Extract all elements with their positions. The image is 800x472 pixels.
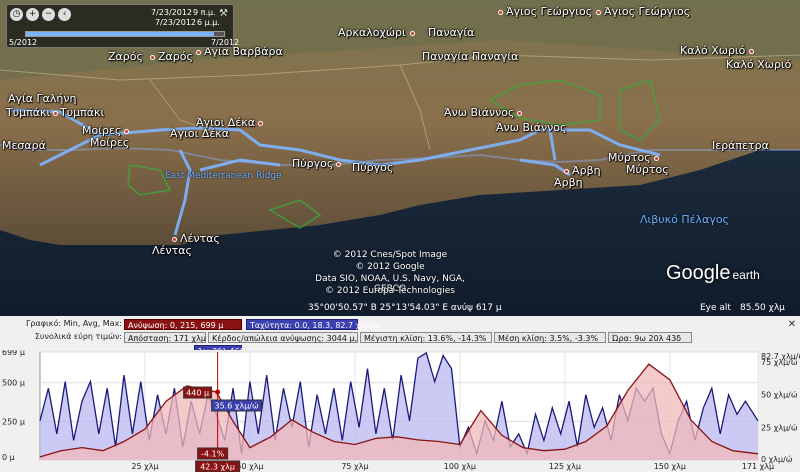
imagery-credit: © 2012 Cnes/Spot Image: [332, 250, 448, 260]
start-time: 9 π.μ.: [193, 8, 216, 17]
avg-slope-box: Μέση κλίση: 3.5%, -3.3%: [494, 332, 606, 343]
right-tick-label: 50 χλμ/ώ: [761, 390, 798, 400]
elevation-speed-chart[interactable]: 699 μ500 μ250 μ0 μ 82.7 χλμ/ώ75 χλμ/ώ50 …: [0, 350, 800, 472]
place-label[interactable]: Παναγία: [428, 26, 474, 39]
profile-row-graph: Γραφικό: Min, Avg, Max: Ανύψωση: 0, 215,…: [25, 319, 380, 330]
sea-label[interactable]: Λιβυκό Πέλαγος: [640, 213, 729, 226]
x-tick-label: 150 χλμ: [654, 462, 686, 471]
place-label[interactable]: Λέντας: [152, 244, 192, 257]
place-label[interactable]: Πύργος: [352, 161, 393, 174]
place-label[interactable]: Αγία Γαλήνη: [8, 92, 76, 105]
x-tick-label: 75 χλμ: [341, 462, 368, 471]
place-label[interactable]: Μύρτος: [626, 163, 669, 176]
right-tick-label: 25 χλμ/ώ: [761, 422, 798, 432]
place-label[interactable]: Καλό Χωριό: [726, 58, 791, 71]
time-slider-track[interactable]: [25, 31, 225, 37]
place-marker-icon: [53, 110, 59, 116]
speed-marker-label: 35.6 χλμ/ώ: [215, 401, 259, 411]
left-tick-label: 500 μ: [2, 379, 25, 388]
slope-marker-label: -4.1%: [201, 450, 225, 459]
right-tick-label: 75 χλμ/ώ: [761, 357, 798, 367]
place-label[interactable]: Άγιοι Δέκα: [170, 127, 229, 140]
place-label[interactable]: Άρβη: [554, 176, 583, 189]
start-date: 7/23/2012: [151, 8, 193, 17]
close-icon[interactable]: ✕: [788, 319, 796, 330]
place-label[interactable]: Τυμπάκι: [6, 106, 61, 119]
eye-alt-value: 85.50 χλμ: [740, 303, 785, 313]
clock-icon[interactable]: ◷: [10, 8, 23, 21]
place-label[interactable]: Άγιος Γεώργιος: [498, 5, 592, 18]
zoom-in-icon[interactable]: +: [26, 8, 39, 21]
place-marker-icon: [150, 54, 155, 60]
end-date: 7/23/2012: [155, 18, 197, 27]
profile-row-ranges: Συνολικά εύρη τιμών: Απόσταση: 171 χλμ Κ…: [0, 332, 800, 344]
place-marker-icon: [517, 110, 523, 116]
left-tick-label: 0 μ: [2, 453, 15, 462]
place-marker-icon: [498, 9, 503, 15]
place-marker-icon: [336, 161, 342, 167]
time-box: Ώρα: 9ω 20λ 43δ: [608, 332, 692, 343]
elevation-stat-box[interactable]: Ανύψωση: 0, 215, 699 μ: [124, 319, 242, 330]
status-bar: 35°00'50.57" B 25°13'54.03" E ανύψ 617 μ…: [0, 300, 800, 316]
place-label[interactable]: Παναγία: [472, 50, 518, 63]
place-marker-icon: [749, 48, 755, 54]
time-slider-fill: [26, 32, 215, 36]
x-tick-label: 125 χλμ: [549, 462, 581, 471]
place-marker-icon: [124, 128, 130, 134]
place-label[interactable]: Τυμπάκι: [60, 106, 104, 119]
end-time: 6 μ.μ.: [197, 18, 220, 27]
time-slider[interactable]: ◷ + − ‹ 7/23/2012 9 π.μ. 7/23/2012 6 μ.μ…: [6, 4, 239, 48]
place-label[interactable]: Μεσαρά: [2, 139, 46, 152]
cursor-point: [215, 389, 221, 395]
place-label[interactable]: Ζαρός: [108, 50, 143, 63]
x-tick-label: 100 χλμ: [444, 462, 476, 471]
max-slope-box: Μέγιστη κλίση: 13.6%, -14.3%: [360, 332, 492, 343]
place-marker-icon: [596, 9, 601, 15]
x-tick-label: 50 χλμ: [236, 462, 263, 471]
place-marker-icon: [409, 30, 415, 36]
distance-box: Απόσταση: 171 χλμ: [124, 332, 206, 343]
place-label[interactable]: Αρκαλοχώρι: [338, 26, 418, 39]
place-label[interactable]: Άνω Βιάννος: [496, 121, 566, 134]
earth-map-view[interactable]: Άγιος Γεώργιος Άγιος Γεώργιος Αρκαλοχώρι…: [0, 0, 800, 316]
eye-alt-label: Eye alt: [700, 303, 731, 313]
place-marker-icon: [196, 49, 201, 55]
place-label[interactable]: Άγιος Γεώργιος: [596, 5, 690, 18]
x-tick-label: 25 χλμ: [131, 462, 158, 471]
x-tick-label: 171 χλμ: [742, 462, 774, 471]
range-start-label: 5/2012: [9, 38, 38, 47]
wrench-icon[interactable]: ⚒: [219, 8, 228, 19]
pointer-coordinates: 35°00'50.57" B 25°13'54.03" E ανύψ 617 μ: [308, 303, 502, 313]
imagery-credit: © 2012 Google: [355, 262, 425, 272]
place-marker-icon: [172, 236, 177, 242]
place-marker-icon: [564, 168, 569, 174]
place-label[interactable]: Ζαρός: [150, 50, 193, 63]
place-label[interactable]: Πύργος: [292, 157, 344, 170]
google-earth-logo: Google earth: [666, 262, 760, 284]
imagery-credit: © 2012 Europa Technologies: [325, 286, 455, 296]
left-tick-label: 699 μ: [2, 350, 25, 357]
back-arrow-icon[interactable]: ‹: [58, 8, 71, 21]
place-marker-icon: [653, 155, 659, 161]
gain-loss-box: Κέρδος/απώλεια ανύψωσης: 3044 μ, -3052 μ: [208, 332, 391, 343]
ridge-label[interactable]: East Mediterranean Ridge: [165, 171, 282, 181]
place-label[interactable]: Καλό Χωριό: [680, 44, 757, 57]
place-label[interactable]: Άνω Βιάννος: [444, 106, 525, 119]
place-marker-icon: [258, 120, 264, 126]
speed-stat-box[interactable]: Ταχύτητα: 0.0, 18.3, 82.7 χλμ/ώ: [246, 319, 380, 330]
place-label[interactable]: Μοίρες: [90, 136, 129, 149]
distance-marker-label: 42.3 χλμ: [200, 463, 235, 472]
left-tick-label: 250 μ: [2, 417, 25, 426]
range-end-label: 7/2012: [211, 38, 240, 47]
place-label[interactable]: Ιεράπετρα: [712, 139, 769, 152]
zoom-out-icon[interactable]: −: [42, 8, 55, 21]
elevation-marker-label: 440 μ: [186, 389, 209, 398]
